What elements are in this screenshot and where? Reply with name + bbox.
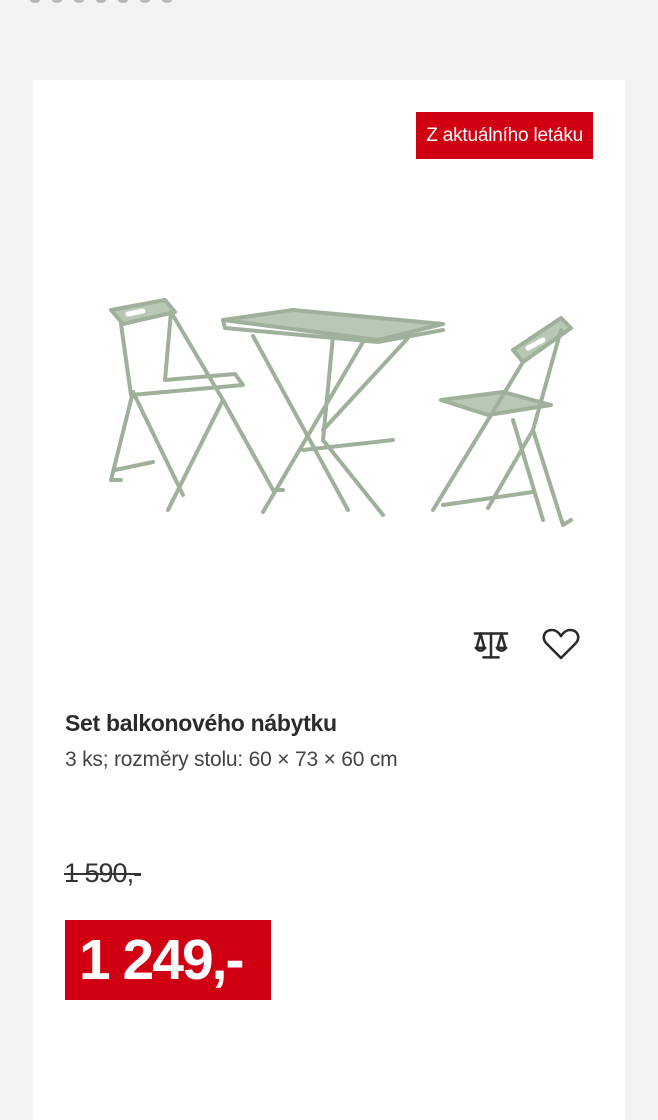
- flyer-badge: Z aktuálního letáku: [416, 112, 593, 159]
- compare-scale-icon[interactable]: [471, 624, 511, 664]
- product-image[interactable]: [93, 280, 583, 545]
- product-actions: [471, 624, 581, 664]
- product-subtitle: 3 ks; rozměry stolu: 60 × 73 × 60 cm: [65, 748, 398, 771]
- furniture-set-illustration: [109, 298, 573, 527]
- current-price-value: 1 249,-: [79, 928, 244, 992]
- product-card[interactable]: Z aktuálního letáku Set balkonového náby…: [33, 80, 625, 1120]
- product-title[interactable]: Set balkonového nábytku: [65, 710, 337, 737]
- current-price: 1 249,-: [65, 920, 271, 1000]
- heart-icon[interactable]: [541, 624, 581, 664]
- old-price: 1 590,-: [64, 858, 142, 888]
- previous-card-cutoff: [30, 0, 340, 4]
